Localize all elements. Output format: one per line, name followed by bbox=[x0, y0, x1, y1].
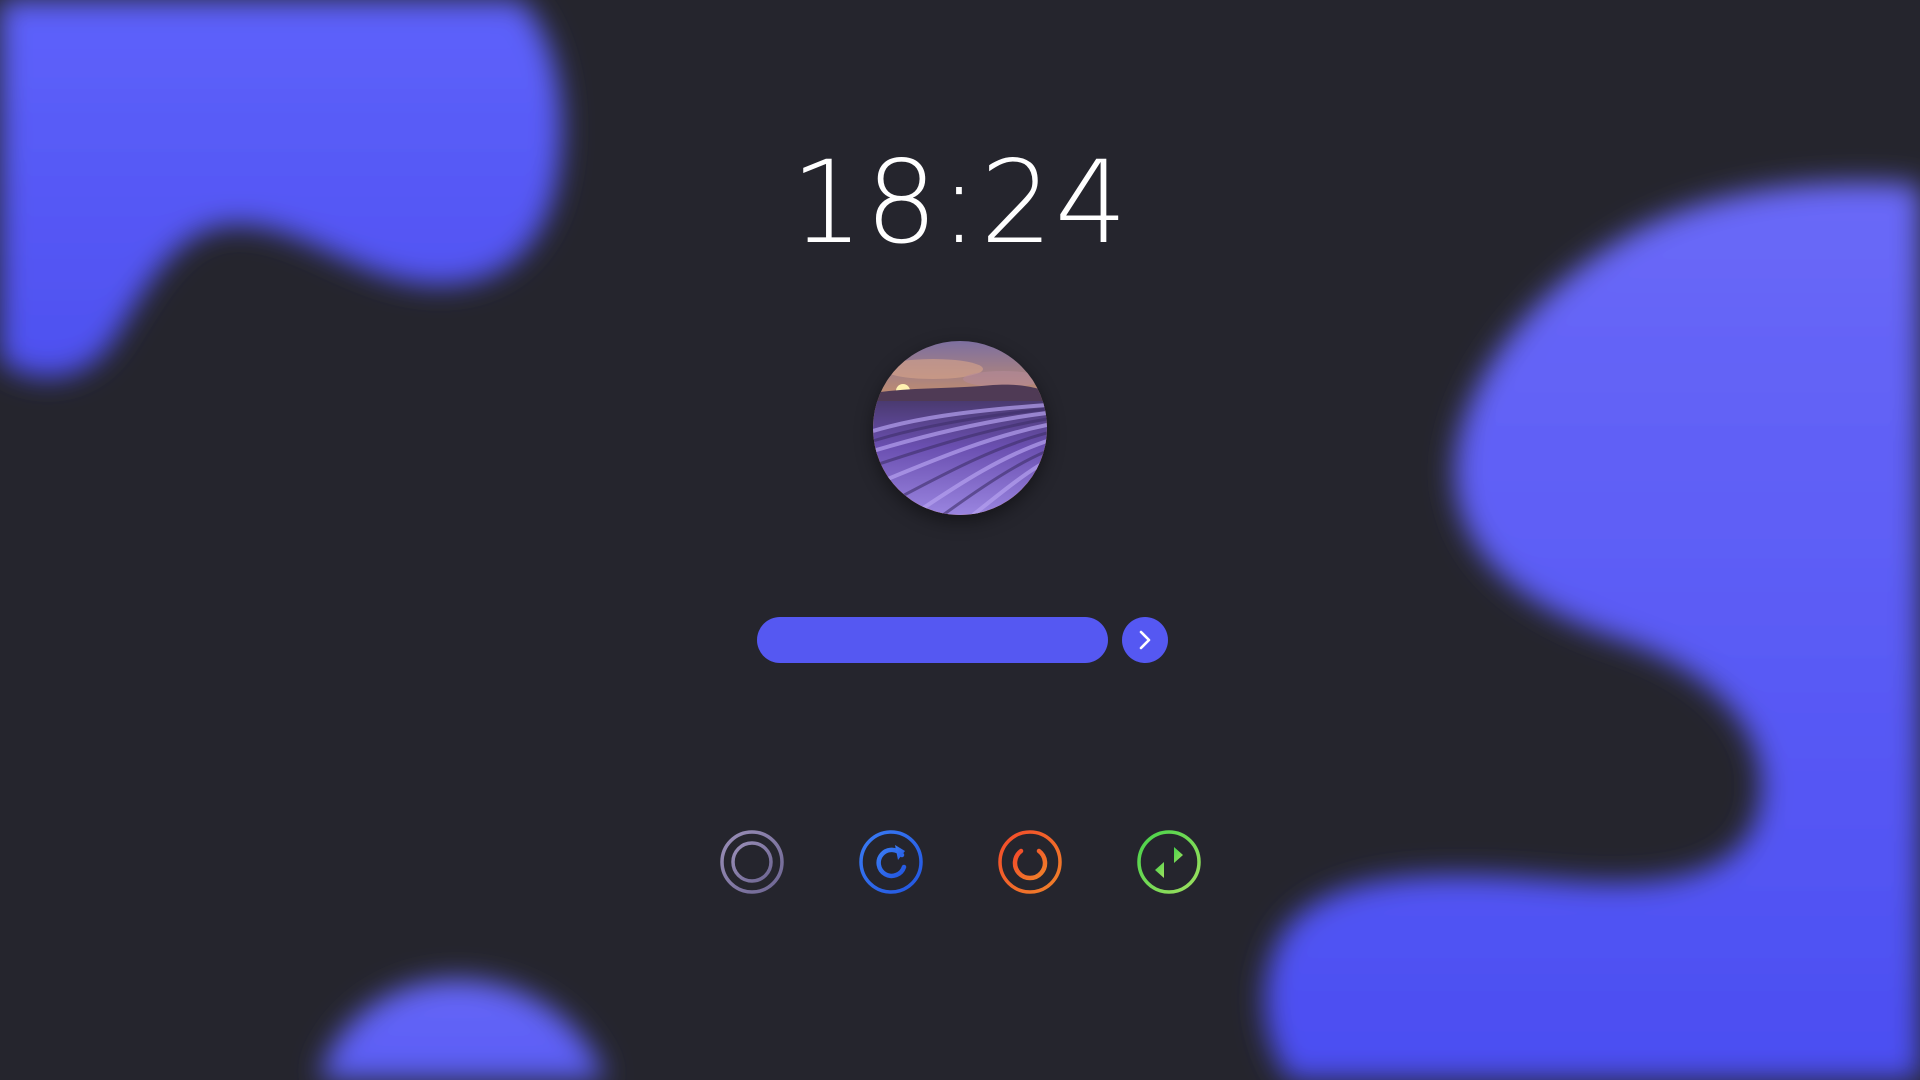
power-actions bbox=[719, 829, 1201, 895]
blob-right bbox=[1264, 182, 1920, 1080]
login-submit-button[interactable] bbox=[1122, 617, 1168, 663]
lavender-field-sunset-avatar bbox=[873, 341, 1047, 515]
clock-time: 18:24 bbox=[790, 136, 1130, 269]
chevron-right-icon bbox=[1139, 630, 1151, 650]
switch-user-button[interactable] bbox=[1136, 829, 1202, 895]
suspend-icon bbox=[720, 830, 784, 894]
suspend-button[interactable] bbox=[719, 829, 785, 895]
restart-icon bbox=[859, 830, 923, 894]
power-icon bbox=[998, 830, 1062, 894]
user-avatar[interactable] bbox=[873, 341, 1047, 515]
switch-user-icon bbox=[1137, 830, 1201, 894]
shutdown-button[interactable] bbox=[997, 829, 1063, 895]
lock-screen: 18:24 bbox=[0, 0, 1920, 1080]
blob-bottom bbox=[320, 979, 605, 1080]
restart-button[interactable] bbox=[858, 829, 924, 895]
password-field[interactable] bbox=[757, 617, 1108, 663]
